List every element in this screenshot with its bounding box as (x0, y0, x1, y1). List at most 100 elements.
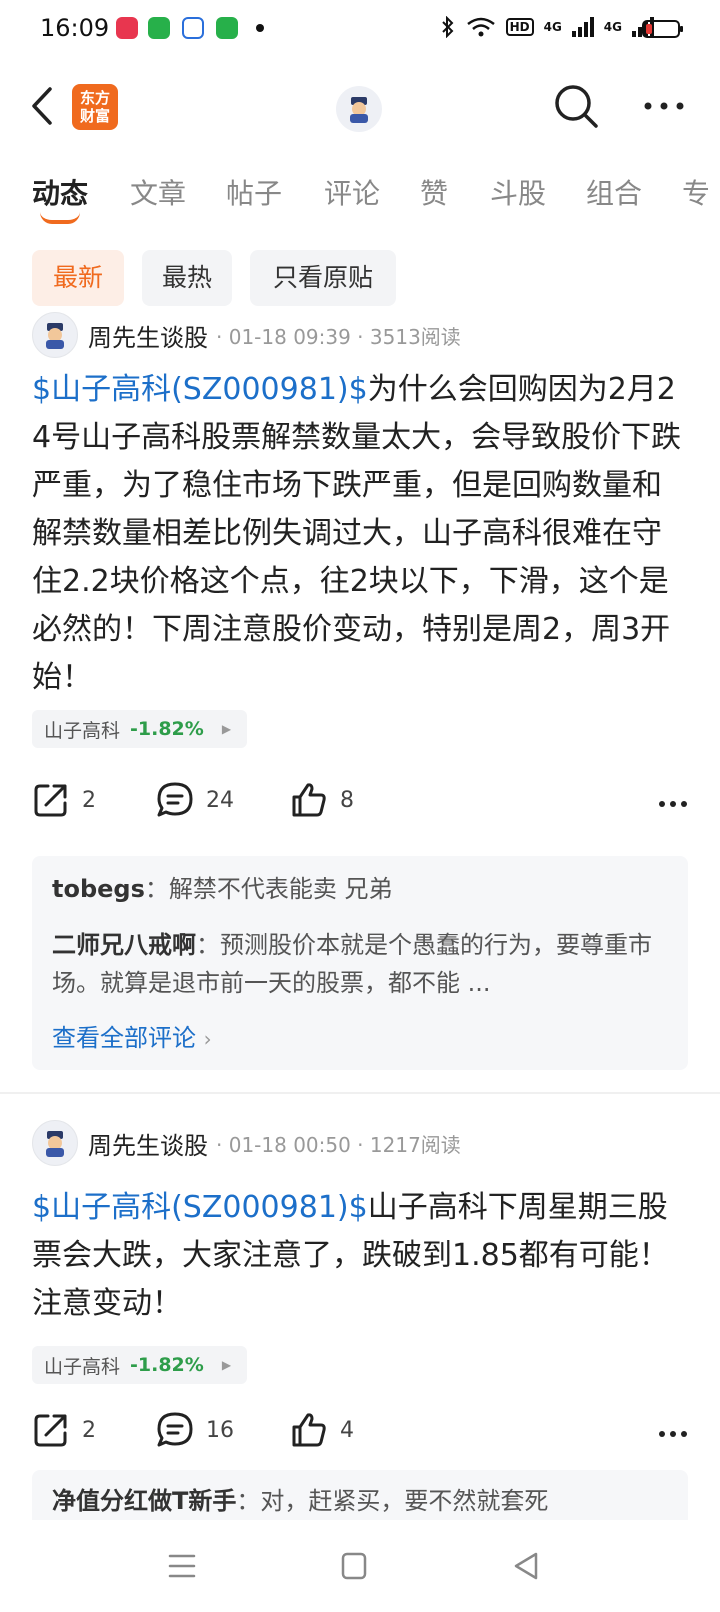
bluetooth-icon (441, 16, 453, 38)
notification-app-icon (116, 17, 138, 39)
status-bar: 16:09 HD 4G 4G (0, 0, 720, 62)
search-icon (555, 85, 598, 128)
header: 东方 财富 (0, 62, 720, 152)
post-meta: · 01-18 00:50 · 1217阅读 (216, 1132, 461, 1157)
post-meta: · 01-18 09:39 · 3513阅读 (216, 324, 461, 349)
tab-articles[interactable]: 文章 (130, 172, 186, 212)
colon-separator: ： (236, 1487, 261, 1515)
avatar-figure-icon (46, 323, 64, 349)
stock-link[interactable]: $山子高科(SZ000981)$ (32, 372, 368, 407)
stock-link[interactable]: $山子高科(SZ000981)$ (32, 1190, 368, 1225)
post-actions: 2 16 4 (32, 1406, 688, 1454)
author-name[interactable]: 周先生谈股 (88, 318, 208, 353)
notification-chat-icon (148, 17, 170, 39)
post-author-row[interactable]: 周先生谈股 · 01-18 09:39 · 3513阅读 (32, 312, 461, 358)
home-button[interactable] (334, 1546, 374, 1586)
back-button[interactable] (22, 84, 62, 128)
more-notifications-dot (256, 24, 264, 32)
thumbs-up-icon (292, 783, 326, 817)
post-divider (0, 1092, 720, 1094)
tab-portfolio[interactable]: 组合 (586, 172, 642, 212)
system-back-button[interactable] (506, 1546, 546, 1586)
tab-posts[interactable]: 帖子 (226, 172, 282, 212)
tab-comments[interactable]: 评论 (324, 172, 380, 212)
share-icon (34, 784, 67, 817)
recent-apps-button[interactable] (162, 1546, 202, 1586)
more-dots-icon (659, 1431, 687, 1437)
comment-preview-box[interactable]: tobegs：解禁不代表能卖 兄弟 二师兄八戒啊：预测股价本就是个愚蠢的行为，要… (32, 856, 688, 1070)
comment-text: 解禁不代表能卖 兄弟 (168, 875, 393, 903)
stock-tag-change: -1.82% (130, 718, 204, 740)
more-options-button[interactable] (640, 82, 688, 130)
stock-tag-name: 山子高科 (44, 1355, 121, 1378)
eastmoney-logo[interactable]: 东方 财富 (72, 84, 118, 130)
post-text: 为什么会回购因为2月24号山子高科股票解禁数量太大，会导致股价下跌严重，为了稳住… (32, 372, 682, 695)
active-tab-indicator (40, 212, 80, 224)
comment-button[interactable]: 24 (156, 776, 234, 824)
stock-tag-change: -1.82% (130, 1354, 204, 1376)
filter-latest[interactable]: 最新 (32, 250, 124, 306)
comment-text: 对，赶紧买，要不然就套死 (260, 1487, 549, 1515)
stock-tag[interactable]: 山子高科 -1.82% ▶ (32, 710, 248, 748)
more-dots-icon (644, 102, 684, 110)
tab-stock-battle[interactable]: 斗股 (490, 172, 546, 212)
comment-count: 24 (206, 787, 234, 813)
author-name[interactable]: 周先生谈股 (88, 1126, 208, 1161)
stock-tag-name: 山子高科 (44, 719, 121, 742)
see-all-label: 查看全部评论 (52, 1024, 196, 1052)
see-all-comments-link[interactable]: 查看全部评论 › (52, 1018, 212, 1053)
like-button[interactable]: 4 (290, 1406, 354, 1454)
hd-indicator: HD (505, 18, 534, 36)
share-button[interactable]: 2 (32, 1406, 96, 1454)
avatar-figure-icon (46, 1131, 64, 1157)
commenter-name[interactable]: tobegs (52, 875, 145, 903)
colon-separator: ： (144, 875, 169, 903)
author-avatar[interactable] (32, 1120, 78, 1166)
comment-count: 16 (206, 1417, 234, 1443)
notification-battery-app-icon (216, 17, 238, 39)
play-arrow-icon: ▶ (221, 722, 232, 736)
comment-icon (157, 782, 193, 817)
author-avatar[interactable] (32, 312, 78, 358)
user-avatar[interactable] (336, 86, 382, 132)
triangle-back-icon (514, 1552, 538, 1580)
share-count: 2 (82, 787, 96, 813)
tab-activity[interactable]: 动态 (32, 172, 88, 212)
tab-likes[interactable]: 赞 (420, 172, 448, 212)
comment-preview-item[interactable]: 二师兄八戒啊：预测股价本就是个愚蠢的行为，要尊重市场。就算是退市前一天的股票，都… (52, 926, 668, 1002)
comment-icon (157, 1412, 193, 1447)
post-body[interactable]: $山子高科(SZ000981)$为什么会回购因为2月24号山子高科股票解禁数量太… (32, 366, 688, 702)
filter-hottest[interactable]: 最热 (142, 250, 232, 306)
stock-tag[interactable]: 山子高科 -1.82% ▶ (32, 1346, 248, 1384)
post-body[interactable]: $山子高科(SZ000981)$山子高科下周星期三股票会大跌，大家注意了，跌破到… (32, 1184, 688, 1328)
post-more-button[interactable] (658, 794, 688, 813)
wifi-icon (466, 17, 495, 37)
post-actions: 2 24 8 (32, 776, 688, 824)
chevron-right-icon: › (203, 1027, 212, 1051)
filter-original-only[interactable]: 只看原贴 (250, 250, 396, 306)
post-more-button[interactable] (658, 1424, 688, 1443)
share-count: 2 (82, 1417, 96, 1443)
like-button[interactable]: 8 (290, 776, 354, 824)
system-nav-bar (0, 1520, 720, 1612)
share-button[interactable]: 2 (32, 776, 96, 824)
avatar-figure-icon (350, 97, 368, 123)
comment-preview-item[interactable]: 净值分红做T新手：对，赶紧买，要不然就套死 (52, 1482, 668, 1520)
comment-button[interactable]: 16 (156, 1406, 234, 1454)
signal-4g-label: 4G (543, 20, 562, 34)
signal-strength-icon (571, 17, 594, 37)
commenter-name[interactable]: 二师兄八戒啊 (52, 931, 196, 959)
post-author-row[interactable]: 周先生谈股 · 01-18 00:50 · 1217阅读 (32, 1120, 461, 1166)
comment-preview-item[interactable]: tobegs：解禁不代表能卖 兄弟 (52, 870, 668, 908)
status-time: 16:09 (40, 14, 110, 42)
commenter-name[interactable]: 净值分红做T新手 (52, 1487, 236, 1515)
status-indicators: HD 4G 4G (440, 16, 654, 38)
brand-line-1: 东方 (79, 89, 110, 107)
tab-bar: 动态 文章 帖子 评论 赞 斗股 组合 专 (0, 160, 720, 224)
colon-separator: ： (196, 931, 220, 959)
brand-line-2: 财富 (79, 107, 110, 125)
play-arrow-icon: ▶ (221, 1358, 232, 1372)
search-button[interactable] (552, 82, 600, 130)
battery-icon (642, 20, 683, 38)
tab-special[interactable]: 专 (682, 172, 710, 212)
